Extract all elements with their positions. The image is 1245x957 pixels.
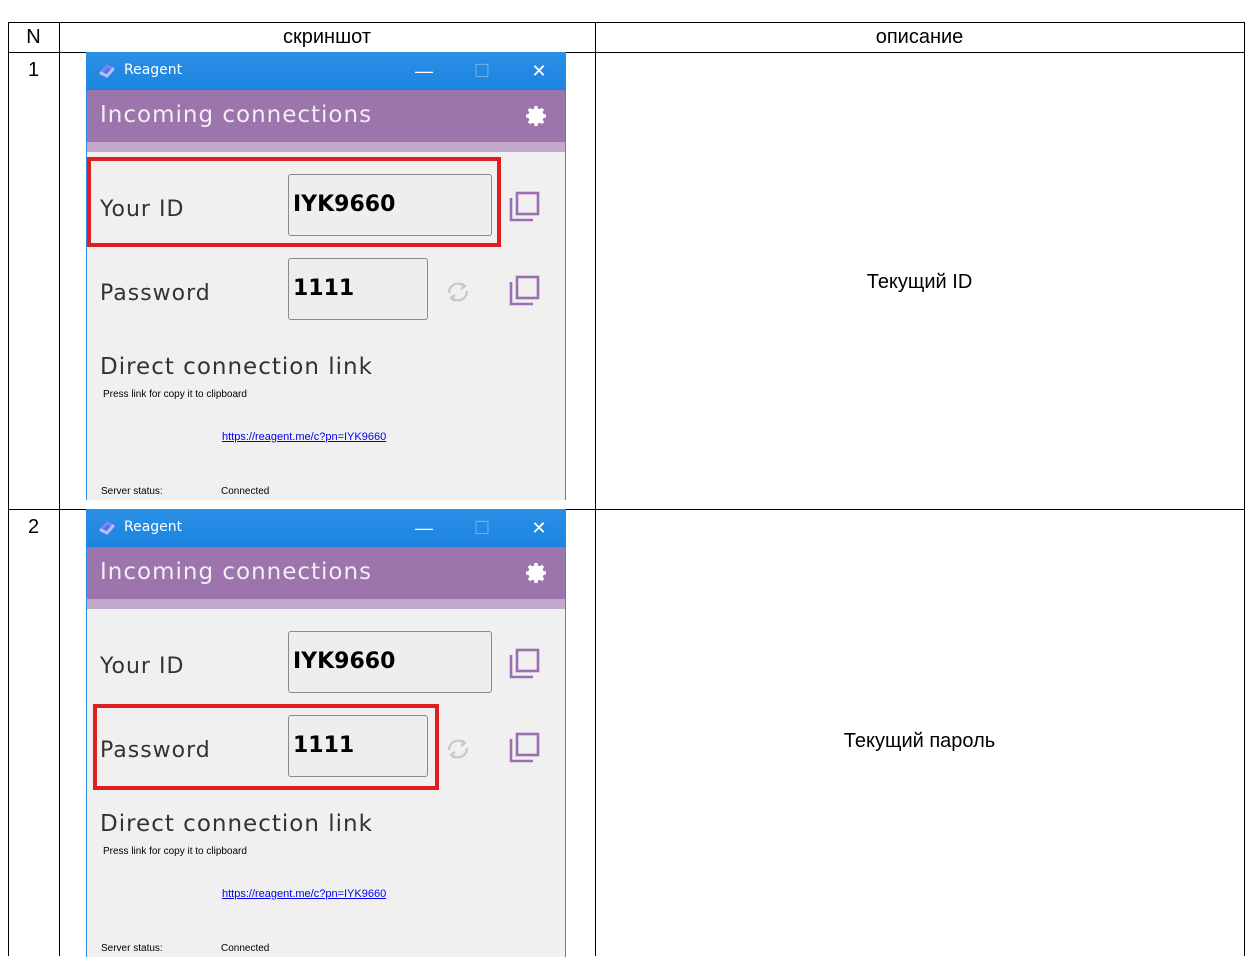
header-screenshot: скриншот [283, 26, 371, 48]
direct-link-url[interactable]: https://reagent.me/c?pn=IYK9660 [222, 888, 386, 900]
page-title: Incoming connections [100, 559, 373, 585]
direct-link-title: Direct connection link [100, 354, 373, 380]
maximize-icon[interactable]: ☐ [467, 513, 497, 543]
row-number: 1 [27, 59, 40, 81]
header-description: описание [875, 26, 964, 48]
your-id-value: IYK9660 [293, 649, 396, 674]
table-border [595, 22, 596, 956]
your-id-label: Your ID [100, 654, 185, 679]
direct-link-url[interactable]: https://reagent.me/c?pn=IYK9660 [222, 431, 386, 443]
reagent-window: Reagent — ☐ ✕ Incoming connections Your … [86, 52, 566, 500]
reagent-logo-icon [99, 521, 115, 535]
header-strip [87, 599, 565, 609]
gear-icon[interactable] [525, 561, 549, 585]
minimize-icon[interactable]: — [409, 513, 439, 543]
refresh-icon[interactable] [443, 277, 473, 307]
window-title: Reagent [124, 519, 183, 535]
table-border [59, 22, 60, 956]
close-icon[interactable]: ✕ [524, 56, 554, 86]
highlight-password [93, 704, 439, 790]
server-status-label: Server status: [101, 486, 163, 497]
password-value: 1111 [293, 276, 355, 301]
header-n: N [26, 26, 41, 48]
reagent-logo-icon [99, 64, 115, 78]
password-label: Password [100, 281, 211, 306]
direct-link-hint: Press link for copy it to clipboard [103, 846, 247, 857]
copy-icon[interactable] [507, 731, 541, 765]
title-bar: Reagent — ☐ ✕ [87, 52, 565, 90]
header-strip [87, 142, 565, 152]
close-icon[interactable]: ✕ [524, 513, 554, 543]
direct-link-title: Direct connection link [100, 811, 373, 837]
table-border [8, 22, 1245, 23]
refresh-icon[interactable] [443, 734, 473, 764]
copy-icon[interactable] [507, 190, 541, 224]
table-border [8, 22, 9, 956]
server-status-label: Server status: [101, 943, 163, 954]
your-id-field[interactable]: IYK9660 [288, 631, 492, 693]
row-description: Текущий ID [866, 271, 973, 293]
app-header: Incoming connections [87, 547, 565, 599]
copy-icon[interactable] [507, 274, 541, 308]
app-header: Incoming connections [87, 90, 565, 142]
page-title: Incoming connections [100, 102, 373, 128]
gear-icon[interactable] [525, 104, 549, 128]
copy-icon[interactable] [507, 647, 541, 681]
row-number: 2 [27, 516, 40, 538]
server-status-value: Connected [221, 943, 270, 954]
maximize-icon[interactable]: ☐ [467, 56, 497, 86]
minimize-icon[interactable]: — [409, 56, 439, 86]
window-title: Reagent [124, 62, 183, 78]
password-field[interactable]: 1111 [288, 258, 428, 320]
title-bar: Reagent — ☐ ✕ [87, 509, 565, 547]
highlight-your-id [87, 157, 501, 247]
row-description: Текущий пароль [843, 730, 996, 752]
server-status-value: Connected [221, 486, 270, 497]
direct-link-hint: Press link for copy it to clipboard [103, 389, 247, 400]
